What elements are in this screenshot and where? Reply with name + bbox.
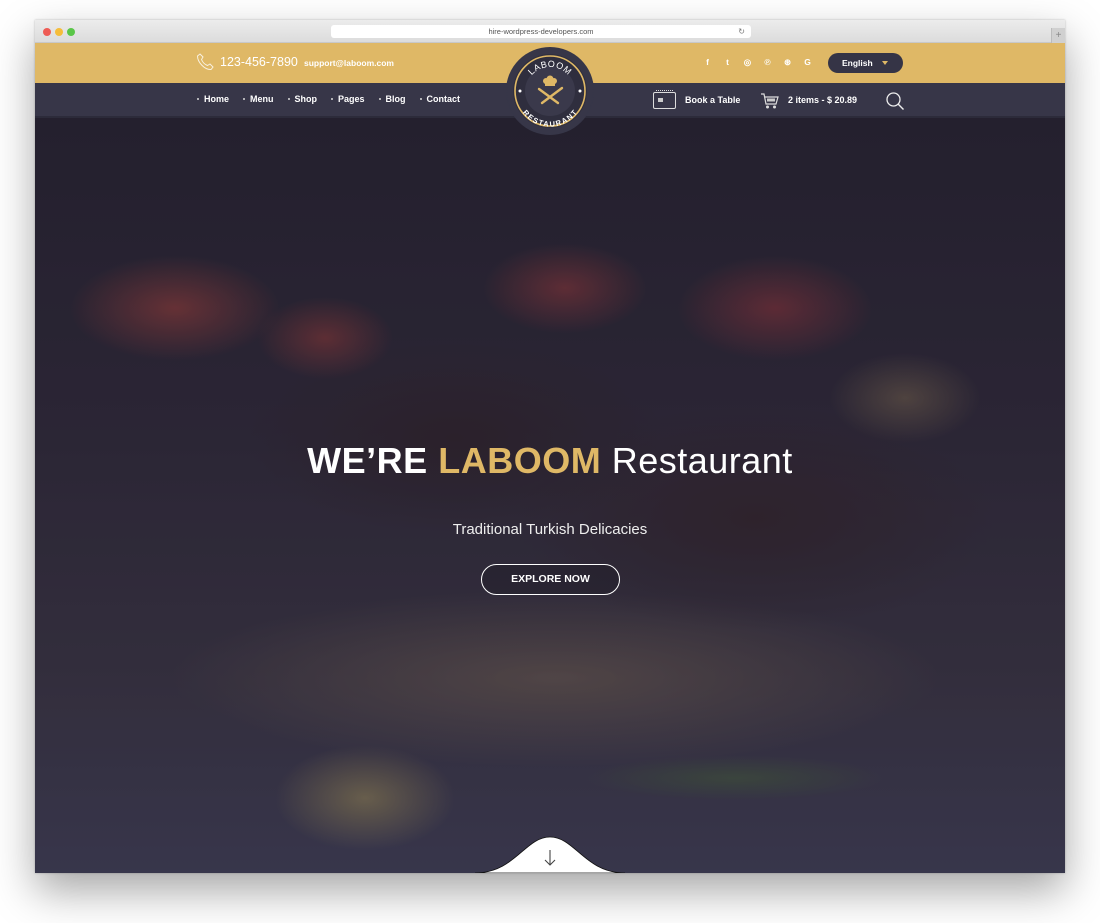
social-links: f t ◎ ℗ ⊛ G [703, 57, 812, 68]
cart-summary[interactable]: 2 items - $ 20.89 [788, 95, 857, 105]
close-window-button[interactable] [43, 28, 51, 36]
facebook-icon[interactable]: f [703, 57, 712, 68]
hero-background-image [35, 118, 1065, 873]
language-label: English [842, 58, 873, 68]
nav-item-menu[interactable]: Menu [243, 94, 274, 104]
nav-item-contact[interactable]: Contact [419, 94, 461, 104]
google-icon[interactable]: G [803, 57, 812, 68]
phone-number[interactable]: 123-456-7890 [220, 55, 298, 69]
new-tab-button[interactable]: + [1051, 28, 1065, 43]
minimize-window-button[interactable] [55, 28, 63, 36]
instagram-icon[interactable]: ◎ [743, 57, 752, 68]
reload-icon[interactable]: ↻ [738, 25, 745, 38]
nav-item-shop[interactable]: Shop [287, 94, 318, 104]
nav-label: Pages [338, 94, 365, 104]
twitter-icon[interactable]: t [723, 57, 732, 68]
hero-title-restaurant: Restaurant [611, 440, 793, 481]
maximize-window-button[interactable] [67, 28, 75, 36]
url-text: hire-wordpress-developers.com [488, 27, 594, 36]
hero-title-brand: LABOOM [438, 440, 602, 481]
caret-down-icon [882, 61, 888, 65]
bullet-icon [197, 98, 199, 100]
address-bar[interactable]: hire-wordpress-developers.com ↻ [331, 25, 751, 38]
explore-now-button[interactable]: EXPLORE NOW [481, 564, 620, 595]
browser-window: hire-wordpress-developers.com ↻ + 123-45… [35, 20, 1065, 873]
nav-label: Contact [426, 94, 461, 104]
calendar-icon[interactable] [653, 90, 676, 109]
language-select[interactable]: English [828, 53, 903, 73]
scroll-down-button[interactable] [465, 833, 635, 873]
browser-chrome: hire-wordpress-developers.com ↻ + [35, 20, 1065, 43]
bullet-icon [287, 98, 290, 100]
hero-section: WE’RE LABOOM Restaurant Traditional Turk… [35, 118, 1065, 873]
bullet-icon [419, 98, 422, 100]
main-nav: Home Menu Shop Pages Blog Contact [197, 94, 460, 104]
bullet-icon [331, 98, 334, 100]
nav-label: Blog [385, 94, 406, 104]
support-email[interactable]: support@laboom.com [304, 58, 394, 68]
phone-icon [196, 53, 214, 71]
hero-subtitle: Traditional Turkish Delicacies [452, 521, 648, 538]
logo-emblem-icon: LABOOM RESTAURANT [507, 48, 593, 134]
bullet-icon [378, 98, 381, 100]
dribbble-icon[interactable]: ⊛ [783, 57, 792, 68]
nav-item-blog[interactable]: Blog [378, 94, 406, 104]
cart-icon[interactable] [760, 92, 780, 110]
pinterest-icon[interactable]: ℗ [763, 57, 772, 68]
nav-item-pages[interactable]: Pages [331, 94, 365, 104]
nav-label: Home [204, 94, 230, 104]
nav-label: Shop [294, 94, 318, 104]
book-table-link[interactable]: Book a Table [685, 95, 740, 105]
hero-title: WE’RE LABOOM Restaurant [35, 440, 1065, 482]
site-logo[interactable]: LABOOM RESTAURANT [506, 47, 594, 135]
nav-label: Menu [250, 94, 274, 104]
hero-title-were: WE’RE [307, 440, 428, 481]
nav-item-home[interactable]: Home [197, 94, 229, 104]
bullet-icon [243, 98, 246, 100]
search-icon[interactable] [885, 91, 905, 111]
